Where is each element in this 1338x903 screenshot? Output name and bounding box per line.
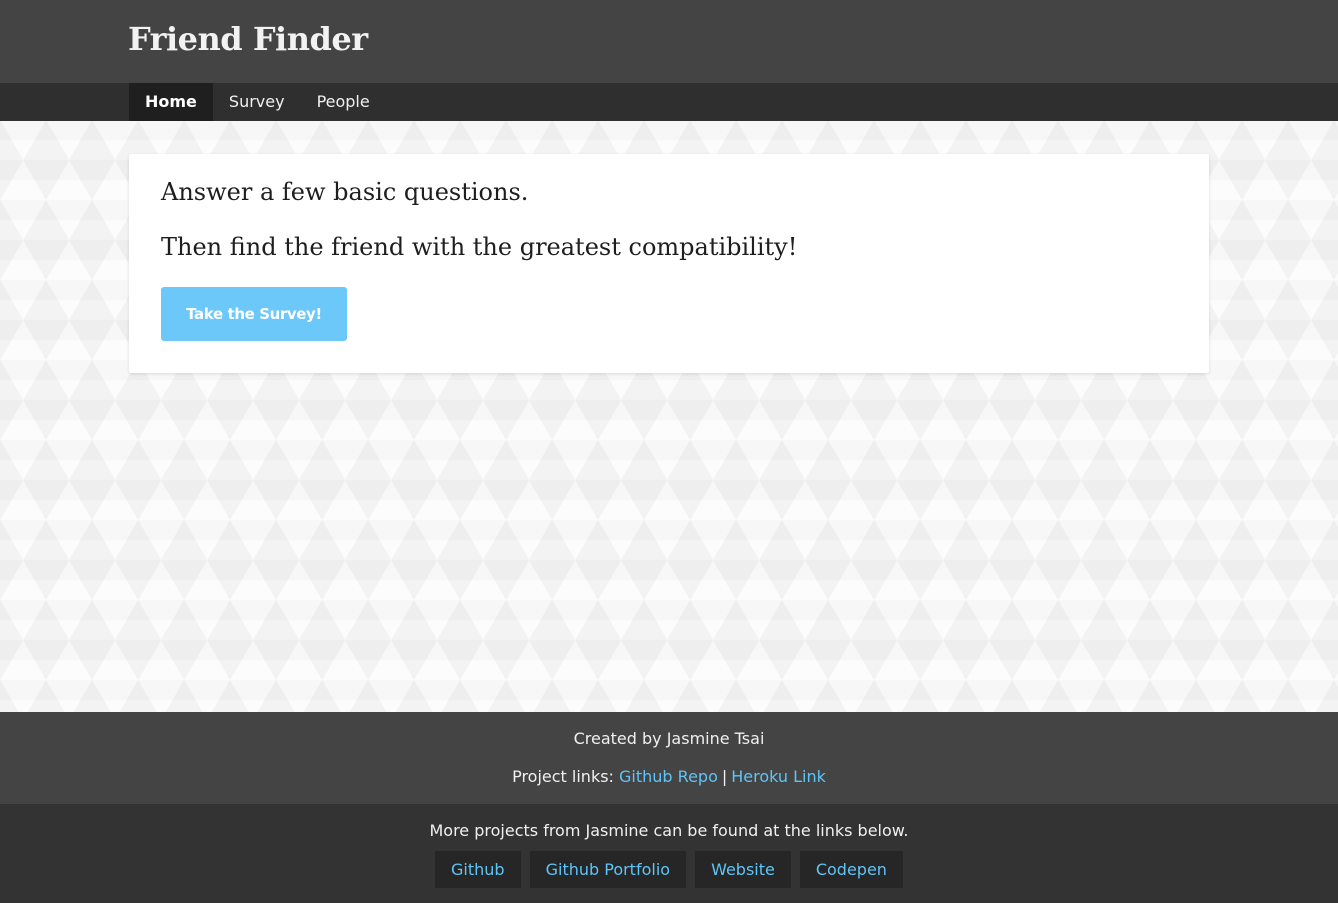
external-links: Github Github Portfolio Website Codepen — [0, 851, 1338, 888]
website-button[interactable]: Website — [695, 851, 791, 888]
site-title: Friend Finder — [128, 20, 368, 58]
intro-card: Answer a few basic questions. Then find … — [129, 154, 1209, 373]
site-header: Friend Finder — [0, 0, 1338, 83]
intro-line-2: Then find the friend with the greatest c… — [161, 233, 798, 261]
take-survey-button[interactable]: Take the Survey! — [161, 287, 347, 341]
nav-item-home[interactable]: Home — [129, 83, 213, 121]
nav-bar: Home Survey People — [0, 83, 1338, 121]
footer-more-projects: More projects from Jasmine can be found … — [0, 804, 1338, 903]
github-portfolio-button[interactable]: Github Portfolio — [529, 851, 687, 888]
github-repo-link[interactable]: Github Repo — [619, 767, 718, 786]
nav-item-people[interactable]: People — [301, 83, 386, 121]
nav-item-survey[interactable]: Survey — [213, 83, 301, 121]
footer-credits: Created by Jasmine Tsai Project links: G… — [0, 712, 1338, 804]
intro-line-1: Answer a few basic questions. — [161, 178, 529, 206]
project-links: Project links: Github Repo | Heroku Link — [0, 766, 1338, 788]
nav-list: Home Survey People — [129, 83, 386, 121]
more-projects-text: More projects from Jasmine can be found … — [429, 821, 909, 840]
link-separator: | — [721, 767, 728, 786]
heroku-link[interactable]: Heroku Link — [731, 767, 826, 786]
project-links-prefix: Project links: — [512, 767, 614, 786]
codepen-button[interactable]: Codepen — [799, 851, 903, 888]
credit-text: Created by Jasmine Tsai — [573, 729, 765, 748]
github-button[interactable]: Github — [435, 851, 521, 888]
